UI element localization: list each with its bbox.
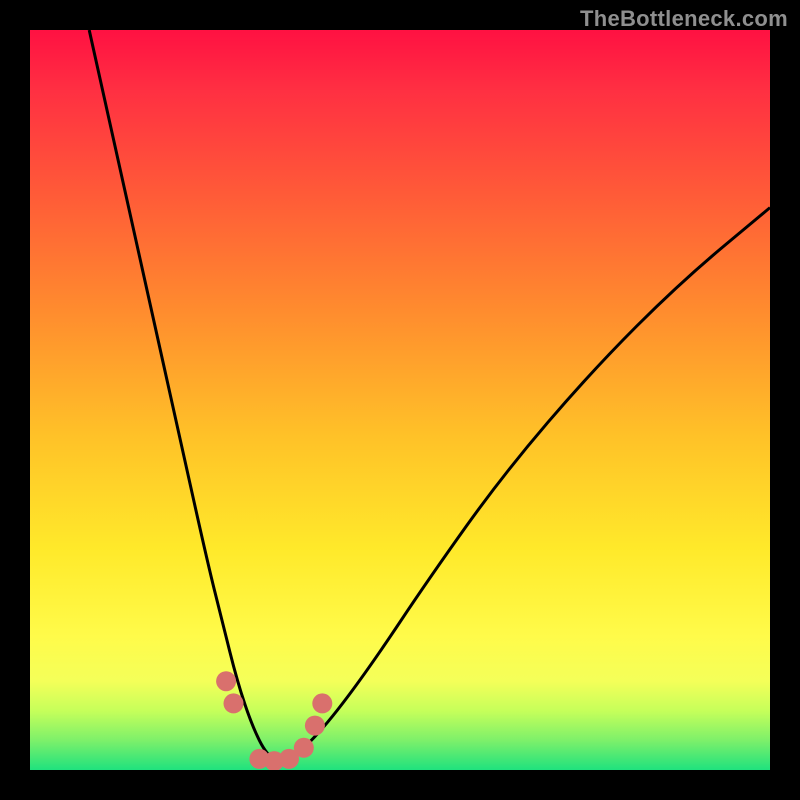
curve-svg bbox=[30, 30, 770, 770]
plot-area bbox=[30, 30, 770, 770]
bottleneck-curve bbox=[89, 30, 770, 761]
trough-marker bbox=[312, 693, 332, 713]
watermark-text: TheBottleneck.com bbox=[580, 6, 788, 32]
trough-marker bbox=[216, 671, 236, 691]
trough-marker bbox=[224, 693, 244, 713]
trough-marker-group bbox=[216, 671, 332, 770]
trough-marker bbox=[305, 716, 325, 736]
chart-frame: TheBottleneck.com bbox=[0, 0, 800, 800]
trough-marker bbox=[294, 738, 314, 758]
